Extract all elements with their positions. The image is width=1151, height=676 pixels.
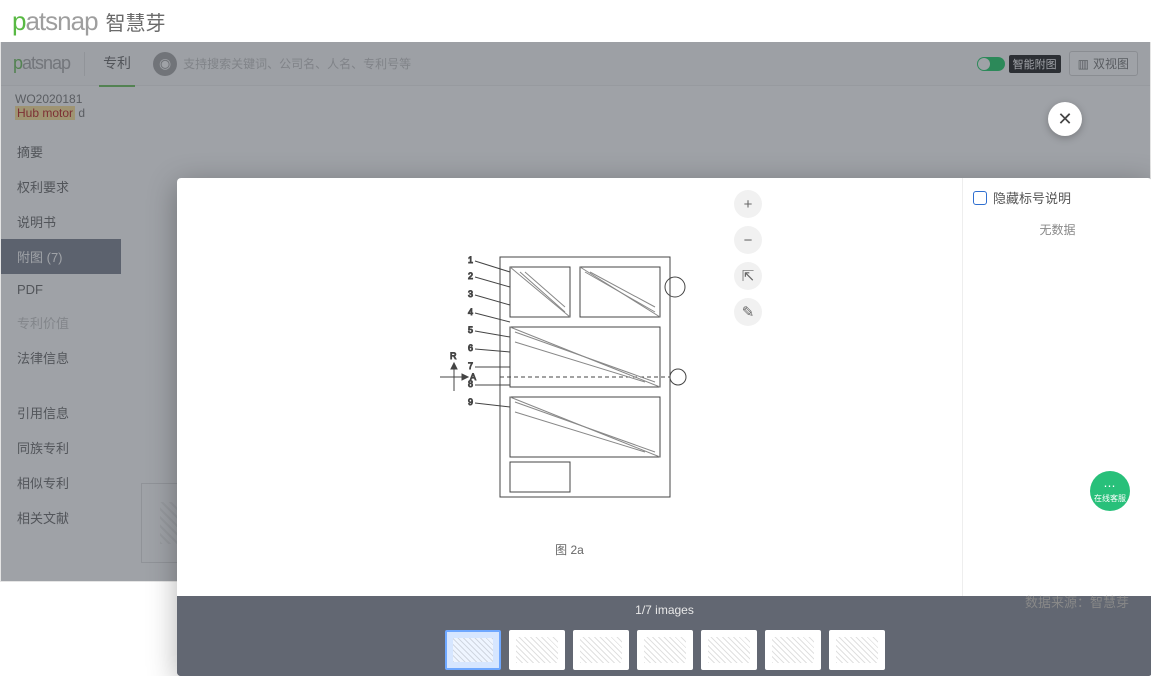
close-button[interactable]: ✕ [1048, 102, 1082, 136]
svg-text:2: 2 [468, 271, 473, 281]
lightbox-thumb-5[interactable] [701, 630, 757, 670]
zoom-out-button[interactable]: − [734, 226, 762, 254]
image-lightbox: 1 2 3 4 5 6 7 8 9 A R [177, 178, 1151, 676]
no-data-text: 无数据 [973, 221, 1142, 238]
svg-text:5: 5 [468, 325, 473, 335]
checkbox-icon [973, 191, 987, 205]
lightbox-thumbnails [177, 624, 1151, 676]
lightbox-image-area[interactable]: 1 2 3 4 5 6 7 8 9 A R [177, 178, 962, 596]
lightbox-thumb-7[interactable] [829, 630, 885, 670]
zoom-in-button[interactable]: + [734, 190, 762, 218]
svg-text:A: A [470, 372, 476, 382]
hide-labels-text: 隐藏标号说明 [993, 188, 1071, 207]
lightbox-thumb-1[interactable] [445, 630, 501, 670]
hide-labels-checkbox[interactable]: 隐藏标号说明 [973, 188, 1142, 207]
lightbox-sidebar: 隐藏标号说明 无数据 [962, 178, 1151, 596]
svg-text:3: 3 [468, 289, 473, 299]
logo-text: atsnap [25, 6, 97, 37]
lightbox-tools: + − ⇱ ✎ [734, 190, 762, 326]
lightbox-thumb-3[interactable] [573, 630, 629, 670]
logo-p: p [12, 6, 25, 37]
svg-text:R: R [450, 351, 457, 361]
fullscreen-button[interactable]: ⇱ [734, 262, 762, 290]
chat-fab-label: 在线客服 [1094, 493, 1126, 504]
chat-icon: ⋯ [1104, 479, 1117, 493]
chat-fab[interactable]: ⋯ 在线客服 [1090, 471, 1130, 511]
svg-text:4: 4 [468, 307, 473, 317]
lightbox-thumb-2[interactable] [509, 630, 565, 670]
logo-cn: 智慧芽 [106, 7, 166, 36]
app-shell: p atsnap 专利 ◉ 支持搜索关键词、公司名、人名、专利号等 智能附图 ▥… [0, 42, 1151, 582]
svg-text:1: 1 [468, 255, 473, 265]
close-icon: ✕ [1057, 109, 1072, 130]
edit-button[interactable]: ✎ [734, 298, 762, 326]
footer-source: 数据来源：智慧芽 [1025, 592, 1129, 611]
lightbox-thumb-4[interactable] [637, 630, 693, 670]
svg-text:6: 6 [468, 343, 473, 353]
svg-text:7: 7 [468, 361, 473, 371]
lightbox-thumb-6[interactable] [765, 630, 821, 670]
figure-caption: 图 2a [555, 541, 584, 558]
svg-text:9: 9 [468, 397, 473, 407]
patent-drawing: 1 2 3 4 5 6 7 8 9 A R [410, 217, 730, 537]
image-counter: 1/7 images [177, 596, 1151, 624]
page-banner: p atsnap 智慧芽 [0, 0, 1151, 42]
